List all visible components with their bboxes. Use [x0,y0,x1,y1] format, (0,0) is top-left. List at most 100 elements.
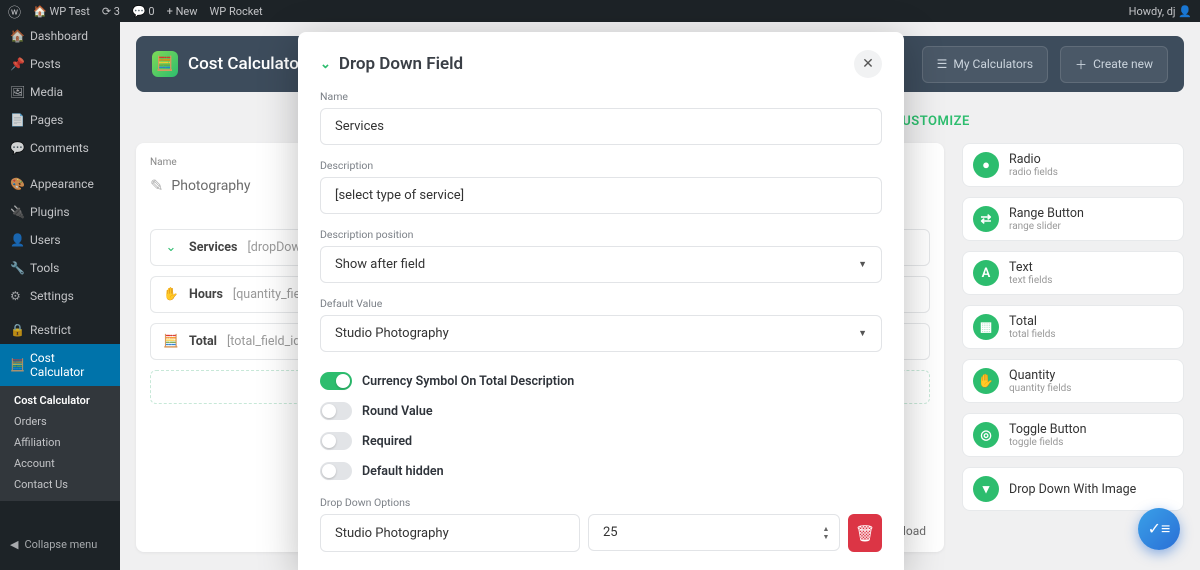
step-down[interactable]: ▼ [818,533,834,541]
collapse-menu[interactable]: ◀Collapse menu [0,531,120,558]
tool-subtitle: quantity fields [1009,383,1071,394]
description-position-label: Description position [320,228,882,241]
updates-link[interactable]: ⟳ 3 [102,5,120,18]
submenu-head[interactable]: Cost Calculator [0,390,120,411]
sidebar-item-tools[interactable]: 🔧Tools [0,254,120,282]
tool-range[interactable]: ⇄Range Buttonrange slider [962,197,1184,241]
tool-dropdown-image[interactable]: ▾ Drop Down With Image [962,467,1184,511]
step-up[interactable]: ▲ [818,525,834,533]
help-fab[interactable]: ✓≡ [1138,508,1180,550]
sidebar-item-settings[interactable]: ⚙Settings [0,282,120,310]
sidebar-item-dashboard[interactable]: 🏠Dashboard [0,22,120,50]
option-value-input[interactable] [588,514,840,551]
submenu-orders[interactable]: Orders [0,411,120,432]
calculator-icon: 🧮 [163,334,179,349]
dropdown-image-icon: ▾ [973,476,999,502]
checklist-icon: ✓≡ [1148,519,1171,539]
field-slug: [total_field_id [227,334,300,349]
plugin-title: Cost Calculator [188,54,305,74]
sidebar-item-plugins[interactable]: 🔌Plugins [0,198,120,226]
plus-icon: ＋ [1075,56,1087,73]
select-value: Show after field [335,257,425,272]
default-value-label: Default Value [320,297,882,310]
description-position-select[interactable]: Show after field ▼ [320,246,882,283]
chevron-down-icon: ⌄ [320,57,331,72]
tool-title: Total [1009,314,1056,329]
field-palette: ●Radioradio fields ⇄Range Buttonrange sl… [962,143,1184,552]
toggle-label: Round Value [362,404,433,419]
trash-icon: 🗑 [855,524,875,543]
total-icon: ▦ [973,314,999,340]
description-label: Description [320,159,882,172]
sidebar-item-comments[interactable]: 💬Comments [0,134,120,162]
wp-logo-icon[interactable]: ⓦ [8,2,21,21]
chevron-down-icon: ⌄ [163,240,179,255]
tool-subtitle: text fields [1009,275,1052,286]
toggle-label: Required [362,434,412,449]
quantity-icon: ✋ [973,368,999,394]
admin-sidebar: 🏠Dashboard 📌Posts 🖼Media 📄Pages 💬Comment… [0,22,120,570]
caret-down-icon: ▼ [858,259,867,270]
new-content-link[interactable]: + New [167,5,198,18]
tool-toggle[interactable]: ◎ Toggle Buttontoggle fields [962,413,1184,457]
sidebar-submenu: Cost Calculator Orders Affiliation Accou… [0,386,120,501]
sidebar-item-cost-calculator[interactable]: 🧮Cost Calculator [0,344,120,386]
delete-option-button[interactable]: 🗑 [848,514,882,552]
round-value-toggle[interactable] [320,402,352,420]
wp-rocket-link[interactable]: WP Rocket [210,5,263,18]
radio-icon: ● [973,152,999,178]
tool-title: Drop Down With Image [1009,482,1136,497]
edit-icon[interactable]: ✎ [150,176,163,195]
sidebar-item-appearance[interactable]: 🎨Appearance [0,170,120,198]
text-icon: A [973,260,999,286]
tool-title: Toggle Button [1009,422,1087,437]
tool-subtitle: toggle fields [1009,437,1087,448]
my-calculators-button[interactable]: ☰My Calculators [922,46,1048,83]
default-hidden-toggle[interactable] [320,462,352,480]
sidebar-item-users[interactable]: 👤Users [0,226,120,254]
close-button[interactable]: ✕ [854,50,882,78]
options-label: Drop Down Options [320,496,882,509]
field-settings-modal: ⌄ Drop Down Field ✕ Name Description Desc… [298,32,904,570]
howdy-account[interactable]: Howdy, dj 👤 [1129,5,1192,18]
hand-icon: ✋ [163,287,179,302]
tool-subtitle: radio fields [1009,167,1058,178]
site-home-link[interactable]: 🏠 WP Test [33,5,90,18]
create-new-button[interactable]: ＋Create new [1060,46,1168,83]
field-title: Total [189,334,217,349]
tool-text[interactable]: A Texttext fields [962,251,1184,295]
tool-total[interactable]: ▦Totaltotal fields [962,305,1184,349]
toggle-icon: ◎ [973,422,999,448]
required-toggle[interactable] [320,432,352,450]
sidebar-item-restrict[interactable]: 🔒Restrict [0,316,120,344]
plugin-logo-icon: 🧮 [152,51,178,77]
range-icon: ⇄ [973,206,999,232]
field-description-input[interactable] [320,177,882,214]
name-label: Name [320,90,882,103]
currency-symbol-toggle[interactable] [320,372,352,390]
select-value: Studio Photography [335,326,449,341]
sidebar-item-posts[interactable]: 📌Posts [0,50,120,78]
sidebar-item-media[interactable]: 🖼Media [0,78,120,106]
tool-quantity[interactable]: ✋ Quantityquantity fields [962,359,1184,403]
field-title: Hours [189,287,223,302]
submenu-affiliation[interactable]: Affiliation [0,432,120,453]
modal-title: Drop Down Field [339,54,463,74]
close-icon: ✕ [862,56,874,72]
wp-admin-bar: ⓦ 🏠 WP Test ⟳ 3 💬 0 + New WP Rocket Howd… [0,0,1200,22]
submenu-contact[interactable]: Contact Us [0,474,120,495]
toggle-label: Currency Symbol On Total Description [362,374,574,389]
field-name-input[interactable] [320,108,882,145]
tool-title: Quantity [1009,368,1071,383]
tool-title: Text [1009,260,1052,275]
caret-down-icon: ▼ [858,328,867,339]
default-value-select[interactable]: Studio Photography ▼ [320,315,882,352]
list-icon: ☰ [937,57,948,71]
option-name-input[interactable] [320,514,580,552]
submenu-account[interactable]: Account [0,453,120,474]
toggle-label: Default hidden [362,464,444,479]
comments-link[interactable]: 💬 0 [132,5,155,18]
sidebar-item-pages[interactable]: 📄Pages [0,106,120,134]
tool-radio[interactable]: ●Radioradio fields [962,143,1184,187]
tool-subtitle: range slider [1009,221,1084,232]
